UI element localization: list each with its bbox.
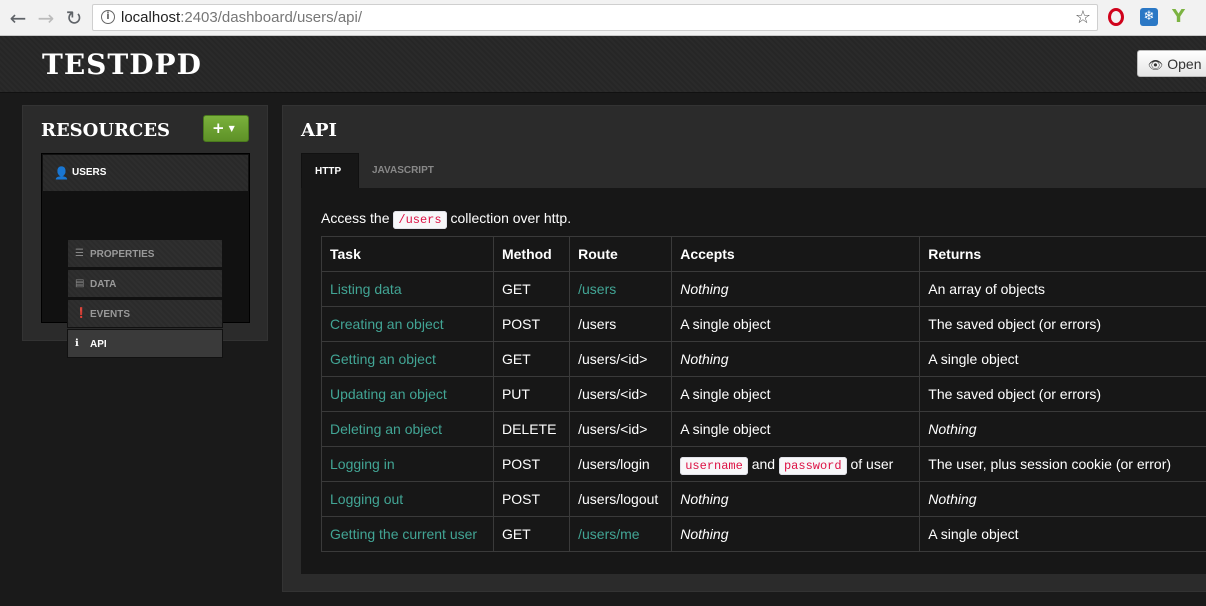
table-row: Creating an object POST /users A single … <box>321 306 1206 342</box>
route-cell: /users <box>569 306 673 342</box>
column-header: Task <box>321 236 494 272</box>
route-link[interactable]: /users/me <box>569 516 673 552</box>
info-icon[interactable]: i <box>101 10 115 24</box>
back-arrow-icon[interactable]: ← <box>6 6 30 30</box>
page-title: API <box>301 120 337 141</box>
task-link[interactable]: Getting an object <box>321 341 494 377</box>
method-cell: PUT <box>492 376 571 412</box>
returns-cell: The saved object (or errors) <box>919 376 1206 412</box>
task-link[interactable]: Getting the current user <box>321 516 494 552</box>
method-cell: GET <box>492 516 571 552</box>
accepts-cell: A single object <box>671 306 921 342</box>
column-header: Returns <box>919 236 1206 272</box>
table-row: Updating an object PUT /users/<id> A sin… <box>321 376 1206 412</box>
reload-icon[interactable]: ↻ <box>62 6 86 30</box>
method-cell: POST <box>492 446 571 482</box>
column-header: Accepts <box>671 236 921 272</box>
route-cell: /users/<id> <box>569 376 673 412</box>
table-row: Getting the current user GET /users/me N… <box>321 516 1206 552</box>
method-cell: DELETE <box>492 411 571 447</box>
accepts-cell: username and password of user <box>671 446 921 482</box>
collection-code: /users <box>393 211 447 229</box>
api-table: Task Method Route Accepts Returns Listin… <box>321 236 1206 552</box>
table-icon: ▤ <box>75 278 85 289</box>
sidebar-item-label: PROPERTIES <box>90 249 155 260</box>
route-cell: /users/logout <box>569 481 673 517</box>
app-brand[interactable]: TESTDPD <box>42 48 202 81</box>
route-cell: /users/<id> <box>569 411 673 447</box>
resource-item-users[interactable]: 👤 USERS <box>43 155 248 191</box>
password-code: password <box>778 456 847 475</box>
task-link[interactable]: Logging out <box>321 481 494 517</box>
accepts-cell: Nothing <box>671 481 921 517</box>
table-row: Listing data GET /users Nothing An array… <box>321 271 1206 307</box>
table-row: Logging out POST /users/logout Nothing N… <box>321 481 1206 517</box>
sidebar-item-label: DATA <box>90 279 117 290</box>
table-row: Logging in POST /users/login username an… <box>321 446 1206 482</box>
route-cell: /users/<id> <box>569 341 673 377</box>
resource-label: USERS <box>72 167 107 178</box>
route-link[interactable]: /users <box>569 271 673 307</box>
sidebar-item-events[interactable]: ❗ EVENTS <box>67 299 223 328</box>
add-resource-button[interactable]: + ▼ <box>203 115 249 142</box>
opera-extension-icon[interactable] <box>1108 8 1124 26</box>
returns-cell: Nothing <box>919 411 1206 447</box>
sidebar-item-label: EVENTS <box>90 309 131 320</box>
info-icon: ℹ <box>75 338 79 349</box>
tab-http[interactable]: HTTP <box>301 153 359 188</box>
task-link[interactable]: Logging in <box>321 446 494 482</box>
snowflake-extension-icon[interactable]: ❄ <box>1140 8 1158 26</box>
eye-icon: 👁 <box>1148 58 1164 72</box>
sidebar-item-api[interactable]: ℹ API <box>67 329 223 358</box>
method-cell: POST <box>492 481 571 517</box>
tab-content: Access the /users collection over http. … <box>301 188 1206 574</box>
method-cell: GET <box>492 271 571 307</box>
open-button[interactable]: 👁 Open <box>1137 50 1206 77</box>
caret-down-icon: ▼ <box>228 124 235 133</box>
user-icon: 👤 <box>54 166 69 180</box>
app-header: TESTDPD 👁 Open <box>0 36 1206 93</box>
accepts-cell: A single object <box>671 376 921 412</box>
task-link[interactable]: Listing data <box>321 271 494 307</box>
bookmark-star-icon[interactable]: ☆ <box>1075 7 1091 28</box>
address-bar[interactable]: i localhost:2403/dashboard/users/api/ ☆ <box>92 4 1098 31</box>
browser-toolbar: ← → ↻ i localhost:2403/dashboard/users/a… <box>0 0 1206 36</box>
accepts-cell: Nothing <box>671 516 921 552</box>
main-panel: API HTTP JAVASCRIPT Access the /users co… <box>282 105 1206 592</box>
returns-cell: An array of objects <box>919 271 1206 307</box>
tab-javascript[interactable]: JAVASCRIPT <box>359 153 449 188</box>
url-text[interactable]: localhost:2403/dashboard/users/api/ <box>121 9 362 26</box>
task-link[interactable]: Creating an object <box>321 306 494 342</box>
resource-list: 👤 USERS ☰ PROPERTIES ▤ DATA ❗ EVENTS ℹ A… <box>41 153 250 358</box>
column-header: Method <box>492 236 571 272</box>
intro-text: Access the /users collection over http. <box>321 210 572 229</box>
route-cell: /users/login <box>569 446 673 482</box>
table-row: Deleting an object DELETE /users/<id> A … <box>321 411 1206 447</box>
table-header-row: Task Method Route Accepts Returns <box>321 236 1206 272</box>
sidebar-item-data[interactable]: ▤ DATA <box>67 269 223 298</box>
accepts-cell: A single object <box>671 411 921 447</box>
list-icon: ☰ <box>75 248 84 259</box>
exclamation-icon: ❗ <box>75 308 88 319</box>
sidebar-title: RESOURCES <box>41 120 171 141</box>
task-link[interactable]: Updating an object <box>321 376 494 412</box>
table-row: Getting an object GET /users/<id> Nothin… <box>321 341 1206 377</box>
sidebar-item-properties[interactable]: ☰ PROPERTIES <box>67 239 223 268</box>
returns-cell: The saved object (or errors) <box>919 306 1206 342</box>
resources-sidebar: RESOURCES + ▼ 👤 USERS ☰ PROPERTIES ▤ DATA… <box>22 105 268 358</box>
forward-arrow-icon[interactable]: → <box>34 6 58 30</box>
method-cell: GET <box>492 341 571 377</box>
username-code: username <box>680 456 748 475</box>
task-link[interactable]: Deleting an object <box>321 411 494 447</box>
returns-cell: Nothing <box>919 481 1206 517</box>
method-cell: POST <box>492 306 571 342</box>
accepts-cell: Nothing <box>671 341 921 377</box>
column-header: Route <box>569 236 673 272</box>
accepts-cell: Nothing <box>671 271 921 307</box>
sidebar-item-label: API <box>90 339 107 350</box>
leaf-extension-icon[interactable]: Y <box>1172 8 1190 26</box>
returns-cell: A single object <box>919 516 1206 552</box>
returns-cell: The user, plus session cookie (or error) <box>919 446 1206 482</box>
returns-cell: A single object <box>919 341 1206 377</box>
